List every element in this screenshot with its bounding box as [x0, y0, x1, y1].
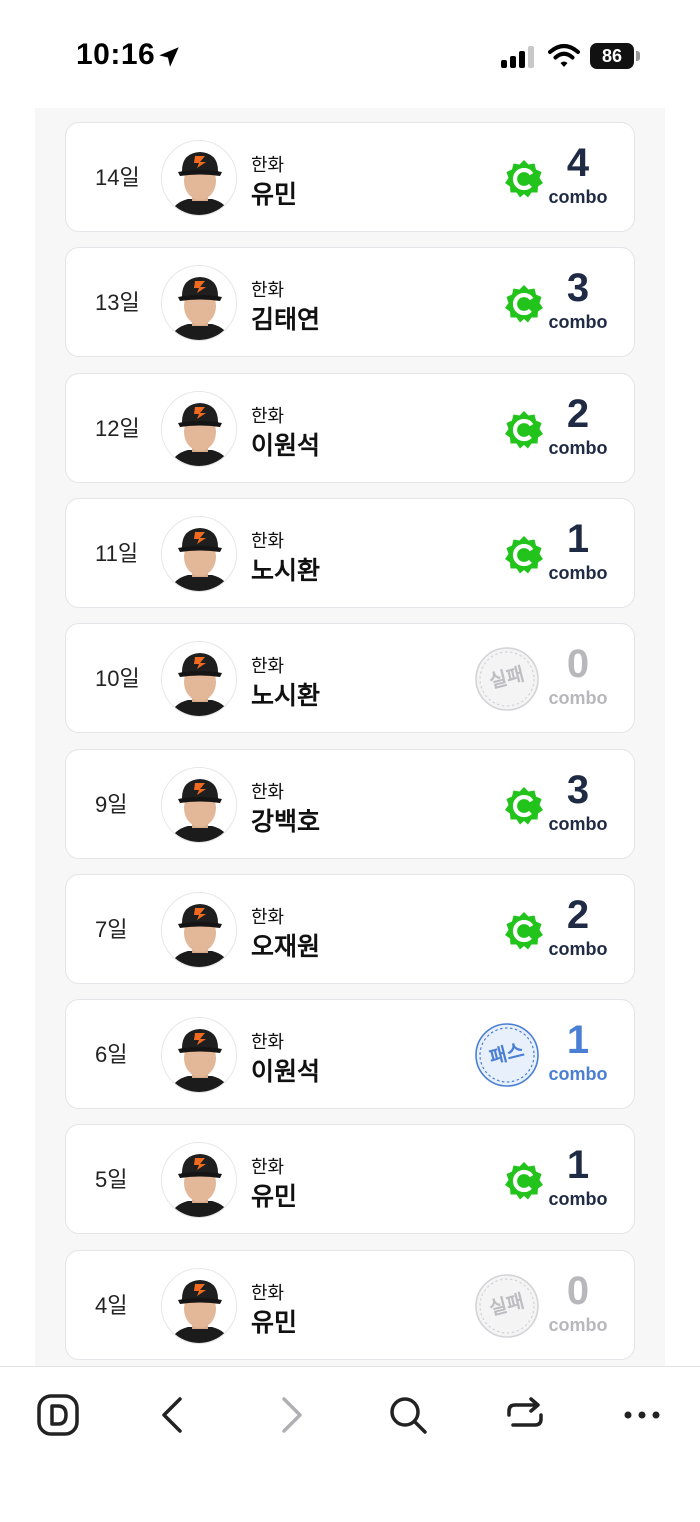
- forward-icon[interactable]: [268, 1393, 312, 1437]
- combo-count: 1: [566, 1143, 590, 1188]
- player-name: 노시환: [251, 682, 321, 711]
- team-name: 한화: [251, 155, 285, 175]
- combo-count: 2: [566, 391, 590, 436]
- player-name: 김태연: [251, 306, 321, 335]
- team-name: 한화: [251, 405, 285, 426]
- team-name: 한화: [251, 1282, 285, 1303]
- player-avatar: [161, 140, 237, 216]
- location-arrow-icon: [159, 47, 179, 67]
- combo-label: combo: [548, 1314, 608, 1335]
- day-label: 12일: [95, 415, 140, 441]
- day-label: 4일: [95, 1292, 128, 1318]
- combo-label: combo: [548, 562, 608, 583]
- list-item[interactable]: 9일 한화강백호 3 combo: [65, 748, 635, 859]
- team-name: 한화: [251, 656, 285, 677]
- fail-stamp: 실패: [474, 1273, 540, 1339]
- player-name: 유민: [251, 1183, 298, 1212]
- player-avatar: [161, 1267, 237, 1344]
- list-item[interactable]: 10일 한화노시환 실패 0 combo: [65, 623, 635, 734]
- player-name: 이원석: [251, 431, 321, 460]
- pass-stamp: 패스: [474, 1022, 540, 1088]
- status-bar: 10:16 86: [0, 0, 700, 108]
- combo-count: 1: [566, 516, 590, 561]
- search-icon[interactable]: [386, 1393, 430, 1437]
- combo-count: 2: [566, 892, 590, 937]
- player-avatar: [161, 515, 237, 592]
- list-item[interactable]: 7일 한화오재원 2 combo: [65, 873, 635, 984]
- back-icon[interactable]: [152, 1393, 196, 1437]
- player-avatar: [161, 1142, 237, 1219]
- combo-count: 3: [566, 767, 590, 812]
- day-label: 5일: [95, 1167, 128, 1193]
- player-name: 유민: [251, 1308, 298, 1337]
- player-name: 오재원: [251, 932, 321, 961]
- list-item[interactable]: 6일 한화이원석 패스 1 combo: [65, 999, 635, 1110]
- cellular-signal-icon: [501, 46, 534, 68]
- day-label: 7일: [95, 916, 128, 942]
- day-label: 13일: [95, 290, 140, 316]
- player-avatar: [161, 641, 237, 718]
- team-name: 한화: [251, 1157, 285, 1178]
- player-avatar: [161, 390, 237, 467]
- player-avatar: [161, 1017, 237, 1094]
- combo-label: combo: [548, 1064, 608, 1085]
- more-icon[interactable]: [620, 1393, 664, 1437]
- player-name: 유민: [251, 181, 298, 209]
- browser-toolbar: [0, 1366, 700, 1522]
- team-name: 한화: [251, 781, 285, 802]
- combo-count: 1: [566, 1018, 590, 1063]
- combo-count: 0: [566, 1268, 590, 1313]
- player-avatar: [161, 265, 237, 342]
- team-name: 한화: [251, 906, 285, 927]
- combo-count: 0: [566, 642, 590, 687]
- combo-label: combo: [548, 437, 608, 458]
- day-label: 10일: [95, 666, 140, 692]
- combo-label: combo: [548, 1189, 608, 1210]
- list-item[interactable]: 11일 한화노시환 1 combo: [65, 497, 635, 608]
- fail-stamp: 실패: [474, 646, 540, 712]
- list-item[interactable]: 13일 한화김태연 3 combo: [65, 247, 635, 358]
- d-logo-icon[interactable]: [36, 1393, 80, 1437]
- status-time: 10:16: [76, 38, 156, 71]
- player-avatar: [161, 766, 237, 843]
- combo-label: combo: [548, 187, 608, 207]
- combo-count: 3: [566, 266, 590, 311]
- list-item[interactable]: 14일 한화유민 4 combo: [65, 122, 635, 232]
- battery-indicator: 86: [590, 43, 634, 69]
- combo-label: combo: [548, 813, 608, 834]
- team-name: 한화: [251, 280, 285, 301]
- player-name: 강백호: [251, 807, 321, 836]
- list-item[interactable]: 5일 한화유민 1 combo: [65, 1124, 635, 1235]
- combo-count: 4: [566, 141, 590, 185]
- combo-label: combo: [548, 312, 608, 333]
- day-label: 11일: [95, 540, 139, 566]
- day-label: 6일: [95, 1042, 128, 1068]
- share-icon[interactable]: [503, 1393, 547, 1437]
- combo-label: combo: [548, 688, 608, 709]
- player-name: 이원석: [251, 1058, 321, 1087]
- player-name: 노시환: [251, 556, 321, 585]
- combo-label: combo: [548, 938, 608, 959]
- player-avatar: [161, 891, 237, 968]
- team-name: 한화: [251, 1032, 285, 1053]
- day-label: 9일: [95, 791, 128, 817]
- battery-tip: [636, 51, 640, 61]
- day-label: 14일: [95, 165, 140, 190]
- list-item[interactable]: 4일 한화유민 실패 0 combo: [65, 1249, 635, 1360]
- wifi-icon: [548, 44, 580, 67]
- team-name: 한화: [251, 530, 285, 551]
- combo-history-list[interactable]: 14일 한화 유민 4 combo 13일 한화 김태연 3 combo 12일 한화 이원석 2 comb…: [35, 108, 665, 1366]
- list-item[interactable]: 12일 한화이원석 2 combo: [65, 372, 635, 483]
